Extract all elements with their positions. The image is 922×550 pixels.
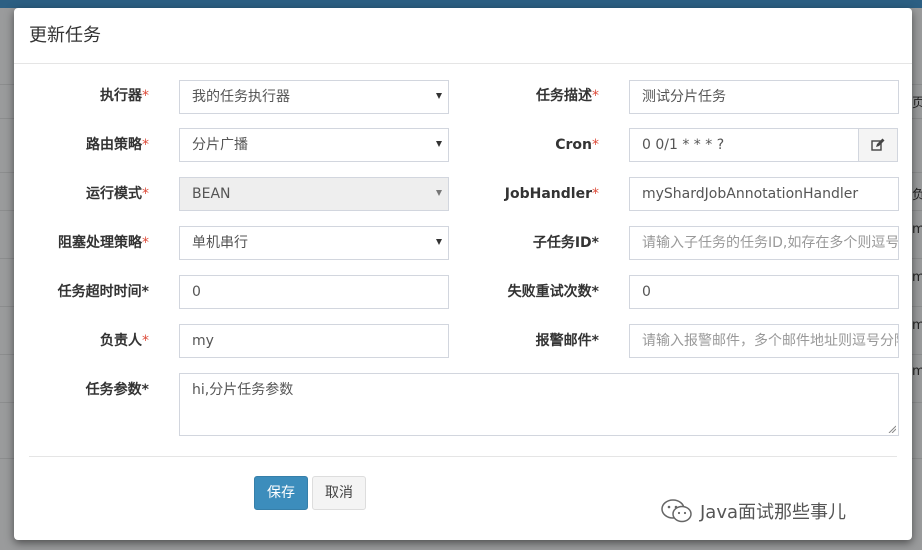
executor-label: 执行器*: [100, 88, 149, 104]
task-desc-label: 任务描述*: [536, 88, 599, 104]
cancel-button[interactable]: 取消: [312, 476, 366, 510]
cron-input[interactable]: 0 0/1 * * * ?: [629, 128, 859, 162]
fail-retry-label: 失败重试次数*: [507, 284, 599, 300]
timeout-label: 任务超时时间*: [57, 284, 149, 300]
background-text: 页: [912, 96, 922, 111]
alarm-email-label: 报警邮件*: [535, 333, 599, 349]
job-handler-label: JobHandler*: [504, 186, 599, 202]
form-divider: [29, 456, 897, 457]
task-desc-input[interactable]: 测试分片任务: [629, 80, 899, 114]
background-text: m: [912, 318, 922, 333]
chevron-down-icon: [436, 141, 442, 147]
chevron-down-icon: [436, 93, 442, 99]
watermark-text: Java面试那些事儿: [700, 502, 847, 523]
run-mode-select: BEAN: [179, 177, 449, 211]
fail-retry-input[interactable]: 0: [629, 275, 899, 309]
child-job-id-input[interactable]: 请输入子任务的任务ID,如存在多个则逗号分隔: [629, 226, 899, 260]
block-strategy-label: 阻塞处理策略*: [58, 235, 149, 251]
task-param-text: hi,分片任务参数: [192, 382, 294, 398]
job-handler-input[interactable]: myShardJobAnnotationHandler: [629, 177, 899, 211]
owner-input[interactable]: my: [179, 324, 449, 358]
executor-select[interactable]: 我的任务执行器: [179, 80, 449, 114]
update-task-modal: 更新任务 执行器* 我的任务执行器 任务描述* 测试分片任务 路由策略* 分片广…: [14, 8, 912, 540]
cron-edit-button[interactable]: [858, 128, 898, 162]
alarm-email-input[interactable]: 请输入报警邮件，多个邮件地址则逗号分隔: [629, 324, 899, 358]
edit-icon: [871, 138, 885, 151]
watermark: Java面试那些事儿: [660, 498, 846, 524]
background-text: m: [912, 270, 922, 285]
wechat-logo-icon: [661, 499, 692, 523]
chevron-down-icon: [436, 239, 442, 245]
run-mode-label: 运行模式*: [86, 186, 149, 202]
background-text: 负: [912, 188, 922, 203]
resize-grip-icon[interactable]: [888, 425, 896, 433]
route-strategy-select[interactable]: 分片广播: [179, 128, 449, 162]
save-button[interactable]: 保存: [254, 476, 308, 510]
child-job-id-label: 子任务ID*: [532, 235, 599, 251]
chevron-down-icon: [436, 190, 442, 196]
background-text: m: [912, 222, 922, 237]
timeout-input[interactable]: 0: [179, 275, 449, 309]
modal-title: 更新任务: [29, 25, 101, 46]
block-strategy-select[interactable]: 单机串行: [179, 226, 449, 260]
cron-label: Cron*: [555, 137, 599, 153]
modal-header: 更新任务: [14, 8, 912, 64]
owner-label: 负责人*: [100, 333, 149, 349]
task-param-textarea[interactable]: hi,分片任务参数: [179, 373, 899, 436]
task-param-label: 任务参数*: [85, 382, 149, 398]
background-text: m: [912, 364, 922, 379]
route-strategy-label: 路由策略*: [86, 137, 149, 153]
background-topbar: [0, 0, 922, 8]
